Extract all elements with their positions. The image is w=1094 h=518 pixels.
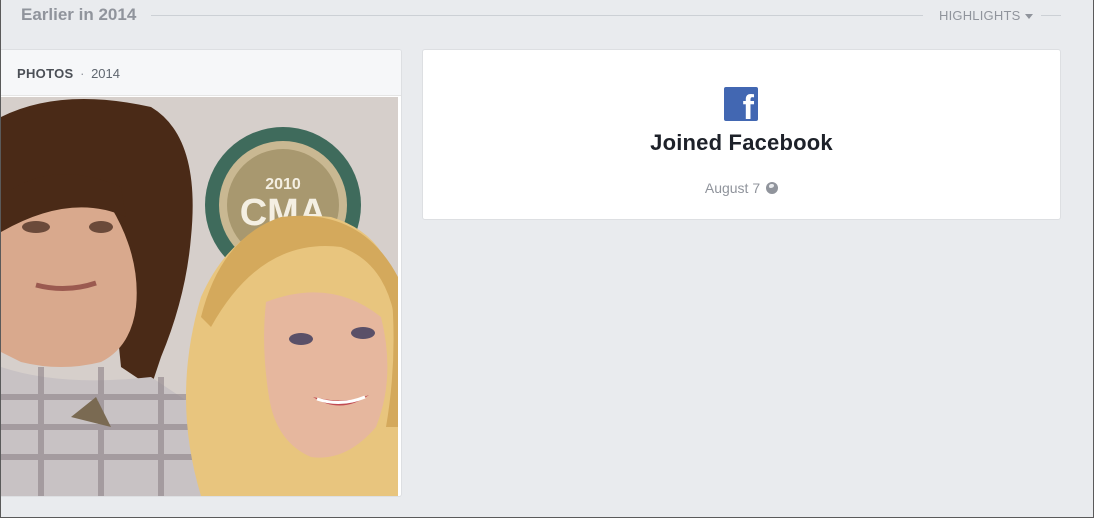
facebook-logo-icon: f xyxy=(724,87,758,121)
photos-header: PHOTOS · 2014 xyxy=(1,50,401,96)
joined-date-row: August 7 xyxy=(423,180,1060,196)
header-divider-right xyxy=(1041,15,1061,16)
photo-image: 2010 CMA xyxy=(1,97,398,496)
joined-date[interactable]: August 7 xyxy=(705,180,760,196)
globe-icon[interactable] xyxy=(766,182,779,194)
photos-label[interactable]: PHOTOS xyxy=(17,66,73,81)
photos-separator: · xyxy=(80,66,85,81)
photos-card: PHOTOS · 2014 2010 CMA xyxy=(1,49,402,497)
header-divider xyxy=(151,15,923,16)
facebook-logo-glyph: f xyxy=(742,89,754,121)
timeline-frame: Earlier in 2014 HIGHLIGHTS PHOTOS · 2014… xyxy=(0,0,1094,518)
photo-thumbnail[interactable]: 2010 CMA xyxy=(1,97,398,496)
joined-title: Joined Facebook xyxy=(650,130,833,155)
svg-text:2010: 2010 xyxy=(265,176,301,193)
caret-down-icon xyxy=(1025,13,1034,19)
highlights-dropdown[interactable]: HIGHLIGHTS xyxy=(939,8,1034,23)
section-header: Earlier in 2014 HIGHLIGHTS xyxy=(1,0,1094,32)
highlights-label: HIGHLIGHTS xyxy=(939,8,1021,23)
section-title: Earlier in 2014 xyxy=(21,5,145,25)
photos-year: 2014 xyxy=(91,66,120,81)
joined-facebook-card: f Joined Facebook August 7 xyxy=(422,49,1061,220)
